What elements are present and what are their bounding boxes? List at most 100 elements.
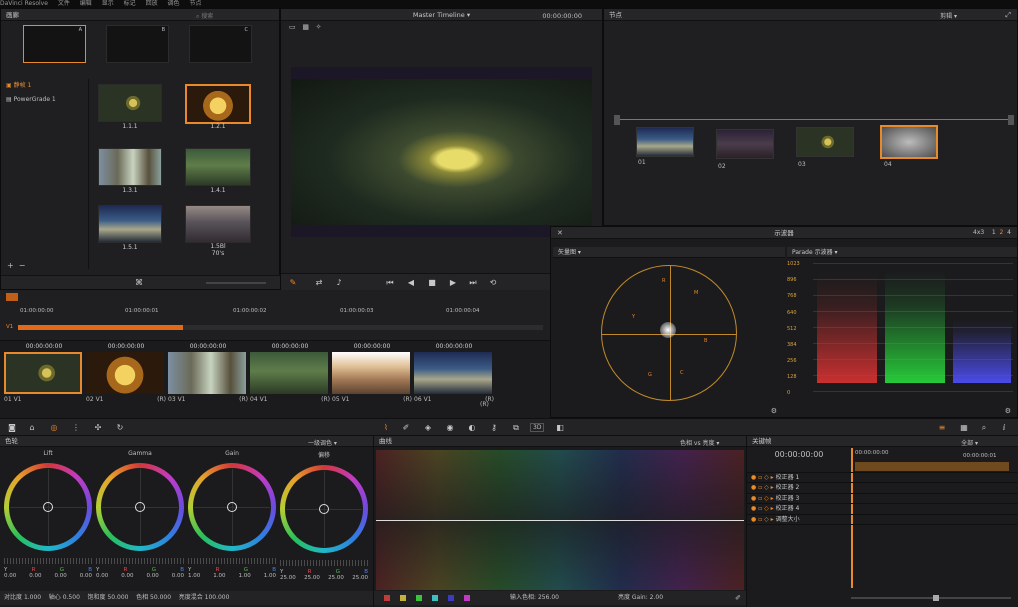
app-name[interactable]: DaVinci Resolve — [0, 0, 48, 7]
split-icon[interactable]: ▭ — [289, 23, 296, 31]
kf-row-corrector-4[interactable]: ● ▫ ◇ ▸ 校正器 4 — [747, 504, 1017, 515]
motion-icon[interactable]: ✣ — [92, 423, 104, 433]
contrast-value[interactable]: 1.000 — [24, 594, 41, 601]
keyframe-toggle-icon[interactable]: ≡ — [936, 423, 948, 433]
kf-row-master[interactable]: 主控 — [747, 462, 1017, 473]
kf-row-corrector-3[interactable]: ● ▫ ◇ ▸ 校正器 3 — [747, 494, 1017, 504]
stack-icon[interactable]: ⌘ — [133, 278, 145, 288]
kf-row-resize[interactable]: ● ▫ ◇ ▸ 调整大小 — [747, 515, 1017, 525]
node-02[interactable] — [716, 129, 774, 159]
saturation-value[interactable]: 50.000 — [107, 594, 128, 601]
add-album-button[interactable]: + − — [7, 261, 26, 270]
scope-page-1[interactable]: 1 — [992, 229, 996, 236]
close-icon[interactable]: ✕ — [557, 229, 563, 237]
lum-mix-value[interactable]: 100.000 — [205, 594, 230, 601]
curves-icon[interactable]: ⌇ — [380, 423, 392, 433]
swatch-green[interactable] — [416, 595, 422, 601]
clip-item[interactable]: 00:00:00:00 03 V1 (R) — [168, 343, 248, 413]
swatch-yellow[interactable] — [400, 595, 406, 601]
pivot-value[interactable]: 0.500 — [63, 594, 80, 601]
stills-slot-b[interactable]: B — [106, 25, 169, 63]
node-03[interactable] — [796, 127, 854, 157]
node-01[interactable] — [636, 127, 694, 157]
viewer-image[interactable] — [291, 67, 592, 237]
timeline-clip-bar[interactable] — [18, 325, 183, 330]
nodes-mode-select[interactable]: 剪辑 ▾ — [940, 11, 957, 20]
album-item-powergrade[interactable]: ▤ PowerGrade 1 — [1, 93, 88, 107]
album-item-stills[interactable]: ▣ 静帧 1 — [1, 79, 88, 93]
skip-start-icon[interactable]: ⏮ — [384, 278, 396, 288]
keyframes-mode-select[interactable]: 全部 ▾ — [961, 438, 978, 447]
curve-line[interactable] — [376, 520, 744, 521]
wand-icon[interactable]: ✧ — [316, 23, 322, 31]
viewer-timecode[interactable]: 00:00:00:00 — [542, 12, 582, 20]
menu-file[interactable]: 文件 — [58, 0, 70, 7]
timeline-track[interactable] — [183, 325, 543, 330]
gallery-zoom-slider[interactable] — [206, 282, 266, 284]
menu-edit[interactable]: 编辑 — [80, 0, 92, 7]
tag-icon[interactable]: ⌂ — [26, 423, 38, 433]
menu-playback[interactable]: 回放 — [146, 0, 158, 7]
skip-end-icon[interactable]: ⏭ — [467, 278, 479, 288]
still-thumb[interactable] — [185, 84, 251, 124]
menu-color[interactable]: 调色 — [168, 0, 180, 7]
scope-settings-icon[interactable]: ⚙ — [771, 407, 777, 415]
stills-slot-c[interactable]: C — [189, 25, 252, 63]
window-icon[interactable]: ◈ — [422, 423, 434, 433]
menu-nodes[interactable]: 节点 — [189, 0, 201, 7]
scope-layout-select[interactable]: 4x3 — [973, 229, 984, 236]
gallery-search[interactable]: ⌕ 搜索 — [196, 11, 266, 20]
still-thumb[interactable] — [185, 148, 251, 186]
clip-item[interactable]: 00:00:00:00 05 V1 (R) — [332, 343, 412, 413]
refresh-icon[interactable]: ↻ — [114, 423, 126, 433]
clip-item[interactable]: 00:00:00:00 02 V1 (R) — [86, 343, 166, 413]
volume-icon[interactable]: ♪ — [333, 278, 345, 288]
pen-tool-icon[interactable]: ✎ — [287, 278, 299, 288]
eyedropper-icon[interactable]: ✐ — [735, 591, 741, 605]
3d-button[interactable]: 3D — [530, 423, 545, 432]
search-input[interactable]: 搜索 — [201, 13, 213, 20]
grid-icon[interactable]: ▦ — [302, 23, 309, 31]
shuffle-icon[interactable]: ⇄ — [313, 278, 325, 288]
sizing-icon[interactable]: ⧉ — [510, 423, 522, 433]
scope-page-4[interactable]: 4 — [1007, 229, 1011, 236]
wheels-mode-select[interactable]: 一级调色 ▾ — [308, 438, 337, 447]
kf-row-corrector-1[interactable]: ● ▫ ◇ ▸ 校正器 1 — [747, 473, 1017, 483]
color-wheel-icon[interactable]: ◎ — [48, 423, 60, 433]
keyframe-zoom[interactable] — [851, 594, 1011, 602]
expand-icon[interactable]: ⤢ — [1005, 11, 1011, 20]
loop-icon[interactable]: ⟲ — [487, 278, 499, 288]
node-04[interactable] — [880, 125, 938, 159]
key-icon[interactable]: ⚷ — [488, 423, 500, 433]
kf-row-corrector-2[interactable]: ● ▫ ◇ ▸ 校正器 2 — [747, 483, 1017, 494]
swatch-blue[interactable] — [448, 595, 454, 601]
clip-item[interactable]: 00:00:00:00 04 V1 (R) — [250, 343, 330, 413]
thumbnail-icon[interactable]: ▦ — [958, 423, 970, 433]
still-thumb[interactable] — [98, 84, 162, 122]
menu-mark[interactable]: 标记 — [124, 0, 136, 7]
hue-value[interactable]: 50.000 — [150, 594, 171, 601]
timeline-icon[interactable] — [6, 293, 18, 301]
stereo-icon[interactable]: ◧ — [554, 423, 566, 433]
stop-icon[interactable]: ■ — [426, 278, 438, 288]
clip-item[interactable]: 00:00:00:00 01 V1 — [4, 343, 84, 413]
scope-page-2[interactable]: 2 — [1000, 229, 1004, 236]
blur-icon[interactable]: ◐ — [466, 423, 478, 433]
wheel-gain[interactable]: Gain YRGB 1.00 1.00 1.00 1.00 — [188, 450, 276, 579]
info-icon[interactable]: ⅈ — [998, 423, 1010, 433]
play-icon[interactable]: ▶ — [447, 278, 459, 288]
still-thumb[interactable] — [185, 205, 251, 243]
swatch-red[interactable] — [384, 595, 390, 601]
eyedropper-icon[interactable]: ✐ — [400, 423, 412, 433]
curves-mode-select[interactable]: 色相 vs 亮度 ▾ — [680, 438, 719, 447]
still-thumb[interactable] — [98, 205, 162, 243]
camera-icon[interactable]: ◙ — [6, 423, 18, 433]
wheel-gamma[interactable]: Gamma YRGB 0.00 0.00 0.00 0.00 — [96, 450, 184, 579]
menu-view[interactable]: 显示 — [102, 0, 114, 7]
still-thumb[interactable] — [98, 148, 162, 186]
swatch-cyan[interactable] — [432, 595, 438, 601]
tracker-icon[interactable]: ◉ — [444, 423, 456, 433]
wheel-offset[interactable]: 偏移 YRGB 25.00 25.00 25.00 25.00 — [280, 450, 368, 581]
keyframe-timecode[interactable]: 00:00:00:00 — [747, 448, 851, 462]
scope-settings-icon[interactable]: ⚙ — [1005, 407, 1011, 415]
